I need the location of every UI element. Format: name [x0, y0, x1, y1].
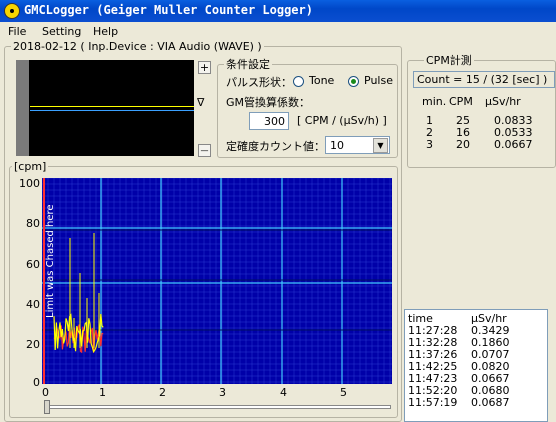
cpm-title: CPM計測: [426, 54, 472, 67]
x-tick-label: 2: [159, 386, 166, 399]
log-row-usv: 0.0687: [471, 396, 510, 409]
cpm-header-cpm: CPM: [449, 95, 473, 108]
x-tick-label: 4: [280, 386, 287, 399]
cpm-count-readout: Count = 15 / (32 [sec] ): [413, 71, 555, 88]
pulse-radio[interactable]: [348, 76, 359, 87]
cpm-plot[interactable]: Limit was Chased here: [42, 178, 392, 384]
gm-factor-unit: [ CPM / (μSv/h) ]: [297, 114, 387, 127]
scope-trace-yellow: [30, 106, 194, 107]
accuracy-count-select[interactable]: 10 ▼: [325, 136, 390, 154]
scope-zoom-out-button[interactable]: —: [198, 144, 211, 157]
cpm-row-3-min: 3: [426, 138, 433, 151]
cpm-row-3-usv: 0.0667: [494, 138, 533, 151]
y-tick-label: 100: [19, 177, 40, 190]
x-tick-label: 3: [219, 386, 226, 399]
y-tick-label: 0: [33, 376, 40, 389]
radiation-icon: [4, 3, 20, 19]
scope-zoom-in-button[interactable]: +: [198, 61, 211, 74]
y-tick-label: 20: [26, 338, 40, 351]
cpm-header-usv: μSv/hr: [485, 95, 521, 108]
oscilloscope-display: [16, 60, 194, 156]
cpm-header-min: min.: [422, 95, 447, 108]
menu-setting[interactable]: Setting: [42, 25, 81, 38]
graph-y-unit: [cpm]: [14, 160, 47, 173]
limit-annotation: Limit was Chased here: [45, 204, 56, 318]
dose-log-list[interactable]: time μSv/hr 11:27:28 0.3429 11:32:28 0.1…: [404, 309, 548, 422]
x-tick-label: 1: [99, 386, 106, 399]
tone-radio[interactable]: [293, 76, 304, 87]
time-scroll-thumb[interactable]: [44, 400, 50, 414]
log-row-time: 11:57:19: [408, 396, 458, 409]
chevron-down-icon[interactable]: ▼: [373, 138, 388, 153]
pulse-label: Pulse: [364, 74, 393, 87]
y-tick-label: 40: [26, 298, 40, 311]
y-tick-label: 80: [26, 217, 40, 230]
pulse-shape-label: パルス形状：: [226, 76, 292, 89]
gm-factor-input[interactable]: 300: [249, 112, 289, 130]
y-tick-label: 60: [26, 258, 40, 271]
cpm-row-3-cpm: 20: [456, 138, 470, 151]
scope-margin: [16, 60, 29, 156]
conditions-title: 条件設定: [226, 58, 270, 71]
menu-bar: File Setting Help: [0, 22, 556, 41]
trigger-level-icon[interactable]: ∇: [197, 96, 204, 109]
menu-help[interactable]: Help: [93, 25, 118, 38]
accuracy-count-label: 定確度カウント値：: [226, 140, 325, 153]
x-tick-label: 5: [340, 386, 347, 399]
title-bar[interactable]: GMCLogger (Geiger Muller Counter Logger): [0, 0, 556, 22]
cpm-plot-svg: [42, 178, 392, 384]
session-label: 2018-02-12 ( Inp.Device : VIA Audio (WAV…: [13, 40, 262, 53]
menu-file[interactable]: File: [8, 25, 26, 38]
x-tick-label: 0: [42, 386, 49, 399]
window-title: GMCLogger (Geiger Muller Counter Logger): [24, 3, 313, 17]
accuracy-count-value: 10: [330, 139, 344, 152]
tone-label: Tone: [309, 74, 335, 87]
gm-factor-label: GM管換算係数：: [226, 96, 311, 109]
scope-trace-blue: [30, 110, 194, 111]
time-scroll-track[interactable]: [48, 405, 391, 409]
